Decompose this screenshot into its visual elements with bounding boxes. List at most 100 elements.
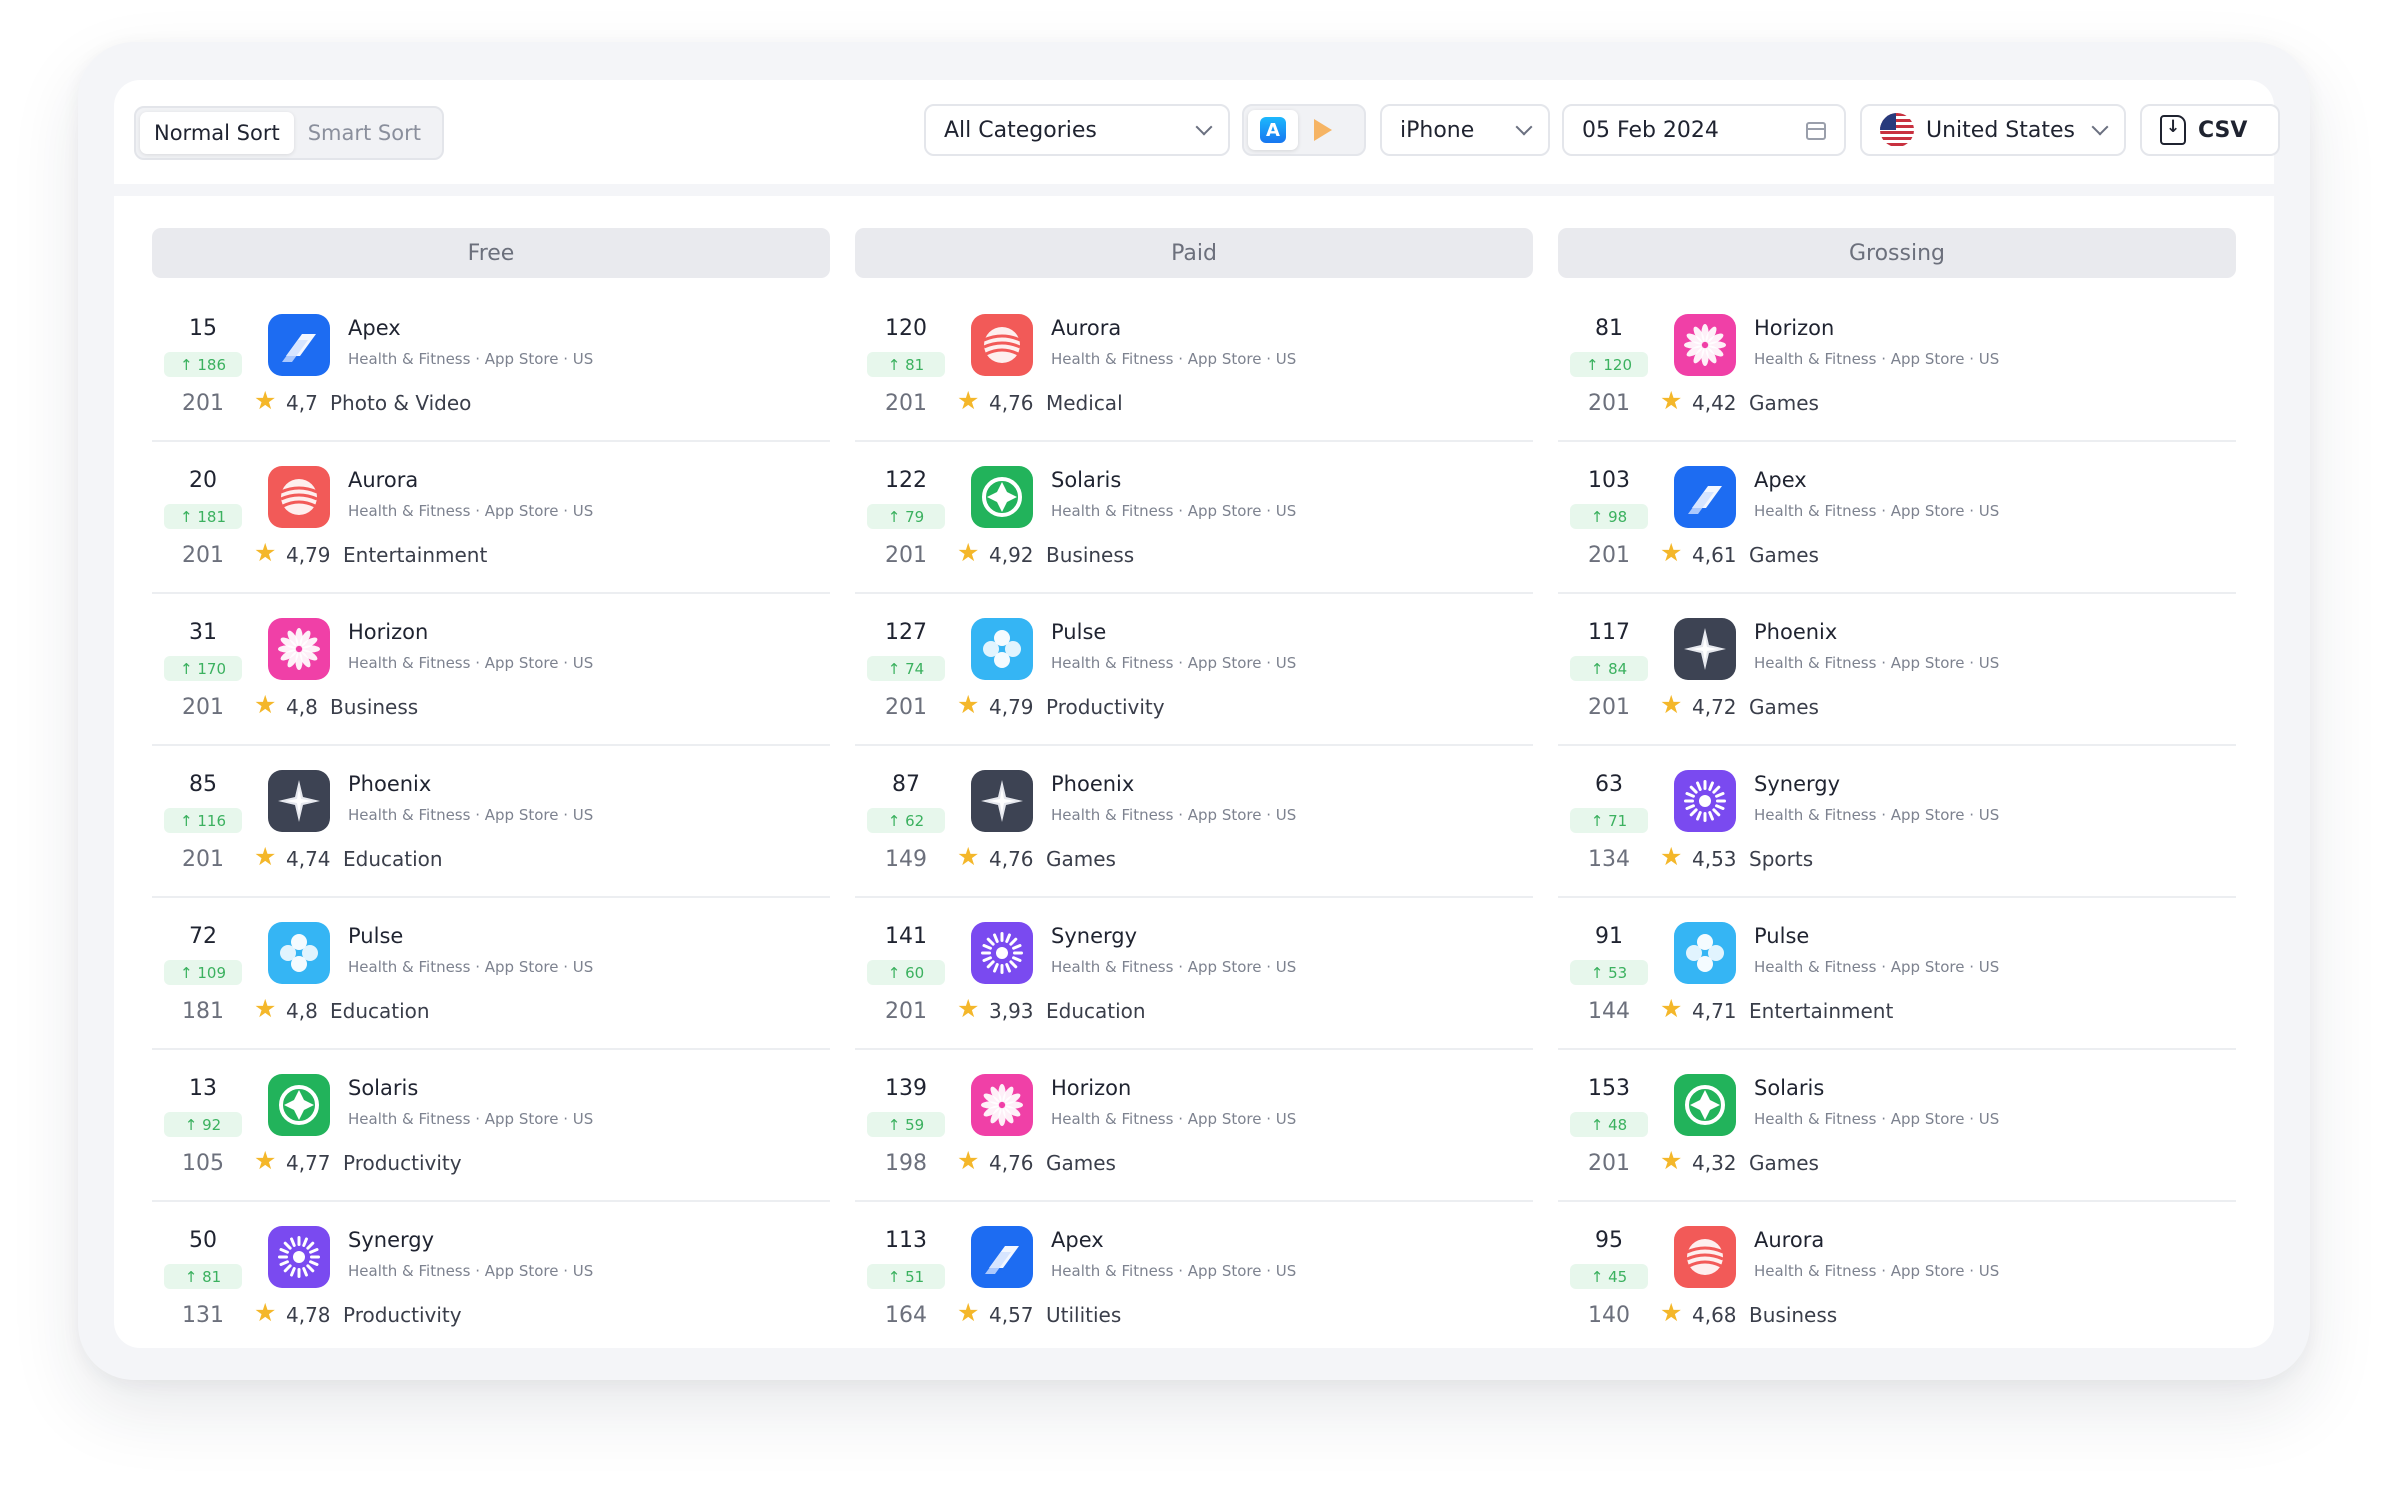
column-header-paid[interactable]: Paid xyxy=(855,228,1533,278)
app-row[interactable]: 91 ↑ 53 144 Pulse Health & Fitness · App Sto… xyxy=(1558,898,2236,1050)
rank-value: 120 xyxy=(885,316,927,341)
app-row[interactable]: 81 ↑ 120 201 Horizon Health & Fitness · App … xyxy=(1558,290,2236,442)
app-row[interactable]: 63 ↑ 71 134 Synergy Health & Fitness · App S… xyxy=(1558,746,2236,898)
app-name[interactable]: Horizon xyxy=(1754,316,1834,340)
google-play-button[interactable] xyxy=(1298,110,1348,150)
synergy-app-icon[interactable] xyxy=(1674,770,1736,832)
star-icon: ★ xyxy=(957,994,980,1023)
aurora-app-icon[interactable] xyxy=(971,314,1033,376)
app-name[interactable]: Pulse xyxy=(1754,924,1809,948)
star-icon: ★ xyxy=(957,386,980,415)
horizon-app-icon[interactable] xyxy=(1674,314,1736,376)
total-apps-value: 201 xyxy=(182,543,224,568)
horizon-app-icon[interactable] xyxy=(971,1074,1033,1136)
free-list: 15 ↑ 186 201 Apex Health & Fitness · App Sto… xyxy=(152,290,830,1354)
phoenix-app-icon[interactable] xyxy=(1674,618,1736,680)
grossing-list: 81 ↑ 120 201 Horizon Health & Fitness · App … xyxy=(1558,290,2236,1354)
date-picker[interactable]: 05 Feb 2024 xyxy=(1562,104,1846,156)
rank-change-badge: ↑ 60 xyxy=(867,960,945,985)
chevron-down-icon xyxy=(2091,118,2109,136)
rating-value: 4,72 xyxy=(1692,695,1737,719)
pulse-app-icon[interactable] xyxy=(1674,922,1736,984)
pulse-app-icon[interactable] xyxy=(268,922,330,984)
app-row[interactable]: 141 ↑ 60 201 Synergy Health & Fitness · App … xyxy=(855,898,1533,1050)
category-select-value: All Categories xyxy=(944,117,1097,143)
star-icon: ★ xyxy=(957,1298,980,1327)
rank-change-badge: ↑ 186 xyxy=(164,352,242,377)
app-store-button[interactable]: A xyxy=(1248,110,1298,150)
aurora-app-icon[interactable] xyxy=(268,466,330,528)
column-header-grossing[interactable]: Grossing xyxy=(1558,228,2236,278)
phoenix-app-icon[interactable] xyxy=(971,770,1033,832)
app-name[interactable]: Apex xyxy=(1754,468,1807,492)
star-icon: ★ xyxy=(254,842,277,871)
app-row[interactable]: 103 ↑ 98 201 Apex Health & Fitness · App Sto… xyxy=(1558,442,2236,594)
app-row[interactable]: 113 ↑ 51 164 Apex Health & Fitness · App Sto… xyxy=(855,1202,1533,1354)
app-row[interactable]: 50 ↑ 81 131 Synergy Health & Fitness · App S… xyxy=(152,1202,830,1354)
apex-app-icon[interactable] xyxy=(971,1226,1033,1288)
app-row[interactable]: 153 ↑ 48 201 Solaris Health & Fitness · App … xyxy=(1558,1050,2236,1202)
app-name[interactable]: Horizon xyxy=(1051,1076,1131,1100)
app-name[interactable]: Solaris xyxy=(1051,468,1121,492)
csv-export-button[interactable]: CSV xyxy=(2140,104,2280,156)
app-meta: Health & Fitness · App Store · US xyxy=(1754,502,2000,520)
synergy-app-icon[interactable] xyxy=(971,922,1033,984)
app-name[interactable]: Aurora xyxy=(1754,1228,1824,1252)
app-name[interactable]: Aurora xyxy=(348,468,418,492)
country-select[interactable]: United States xyxy=(1860,104,2126,156)
app-row[interactable]: 139 ↑ 59 198 Horizon Health & Fitness · App … xyxy=(855,1050,1533,1202)
pulse-app-icon[interactable] xyxy=(971,618,1033,680)
star-icon: ★ xyxy=(254,386,277,415)
app-name[interactable]: Horizon xyxy=(348,620,428,644)
normal-sort-button[interactable]: Normal Sort xyxy=(140,112,294,154)
rank-value: 15 xyxy=(189,316,217,341)
app-name[interactable]: Synergy xyxy=(1051,924,1137,948)
app-meta: Health & Fitness · App Store · US xyxy=(1754,350,2000,368)
app-name[interactable]: Solaris xyxy=(1754,1076,1824,1100)
phoenix-app-icon[interactable] xyxy=(268,770,330,832)
app-name[interactable]: Apex xyxy=(1051,1228,1104,1252)
app-row[interactable]: 127 ↑ 74 201 Pulse Health & Fitness · App St… xyxy=(855,594,1533,746)
app-row[interactable]: 95 ↑ 45 140 Aurora Health & Fitness · App St… xyxy=(1558,1202,2236,1354)
app-row[interactable]: 31 ↑ 170 201 Horizon Health & Fitness · App … xyxy=(152,594,830,746)
apex-app-icon[interactable] xyxy=(1674,466,1736,528)
solaris-app-icon[interactable] xyxy=(268,1074,330,1136)
rating-value: 4,7 xyxy=(286,391,318,415)
apex-app-icon[interactable] xyxy=(268,314,330,376)
app-row[interactable]: 15 ↑ 186 201 Apex Health & Fitness · App Sto… xyxy=(152,290,830,442)
app-name[interactable]: Phoenix xyxy=(1754,620,1837,644)
app-name[interactable]: Apex xyxy=(348,316,401,340)
app-name[interactable]: Solaris xyxy=(348,1076,418,1100)
download-file-icon xyxy=(2160,115,2186,145)
app-row[interactable]: 120 ↑ 81 201 Aurora Health & Fitness · App S… xyxy=(855,290,1533,442)
app-row[interactable]: 85 ↑ 116 201 Phoenix Health & Fitness · App … xyxy=(152,746,830,898)
solaris-app-icon[interactable] xyxy=(1674,1074,1736,1136)
category-select[interactable]: All Categories xyxy=(924,104,1230,156)
device-select[interactable]: iPhone xyxy=(1380,104,1550,156)
app-row[interactable]: 13 ↑ 92 105 Solaris Health & Fitness · App S… xyxy=(152,1050,830,1202)
column-header-free[interactable]: Free xyxy=(152,228,830,278)
app-row[interactable]: 87 ↑ 62 149 Phoenix Health & Fitness · App S… xyxy=(855,746,1533,898)
app-name[interactable]: Synergy xyxy=(1754,772,1840,796)
app-name[interactable]: Phoenix xyxy=(348,772,431,796)
app-row[interactable]: 117 ↑ 84 201 Phoenix Health & Fitness · App … xyxy=(1558,594,2236,746)
app-name[interactable]: Pulse xyxy=(1051,620,1106,644)
app-row[interactable]: 122 ↑ 79 201 Solaris Health & Fitness · App … xyxy=(855,442,1533,594)
app-name[interactable]: Phoenix xyxy=(1051,772,1134,796)
total-apps-value: 198 xyxy=(885,1151,927,1176)
app-row[interactable]: 20 ↑ 181 201 Aurora Health & Fitness · App S… xyxy=(152,442,830,594)
rank-value: 81 xyxy=(1595,316,1623,341)
app-name[interactable]: Pulse xyxy=(348,924,403,948)
app-row[interactable]: 72 ↑ 109 181 Pulse Health & Fitness · App St… xyxy=(152,898,830,1050)
aurora-app-icon[interactable] xyxy=(1674,1226,1736,1288)
synergy-app-icon[interactable] xyxy=(268,1226,330,1288)
rating-value: 4,71 xyxy=(1692,999,1737,1023)
solaris-app-icon[interactable] xyxy=(971,466,1033,528)
rank-value: 141 xyxy=(885,924,927,949)
app-name[interactable]: Synergy xyxy=(348,1228,434,1252)
horizon-app-icon[interactable] xyxy=(268,618,330,680)
csv-label: CSV xyxy=(2198,117,2248,143)
star-icon: ★ xyxy=(254,994,277,1023)
app-name[interactable]: Aurora xyxy=(1051,316,1121,340)
smart-sort-button[interactable]: Smart Sort xyxy=(294,112,435,154)
